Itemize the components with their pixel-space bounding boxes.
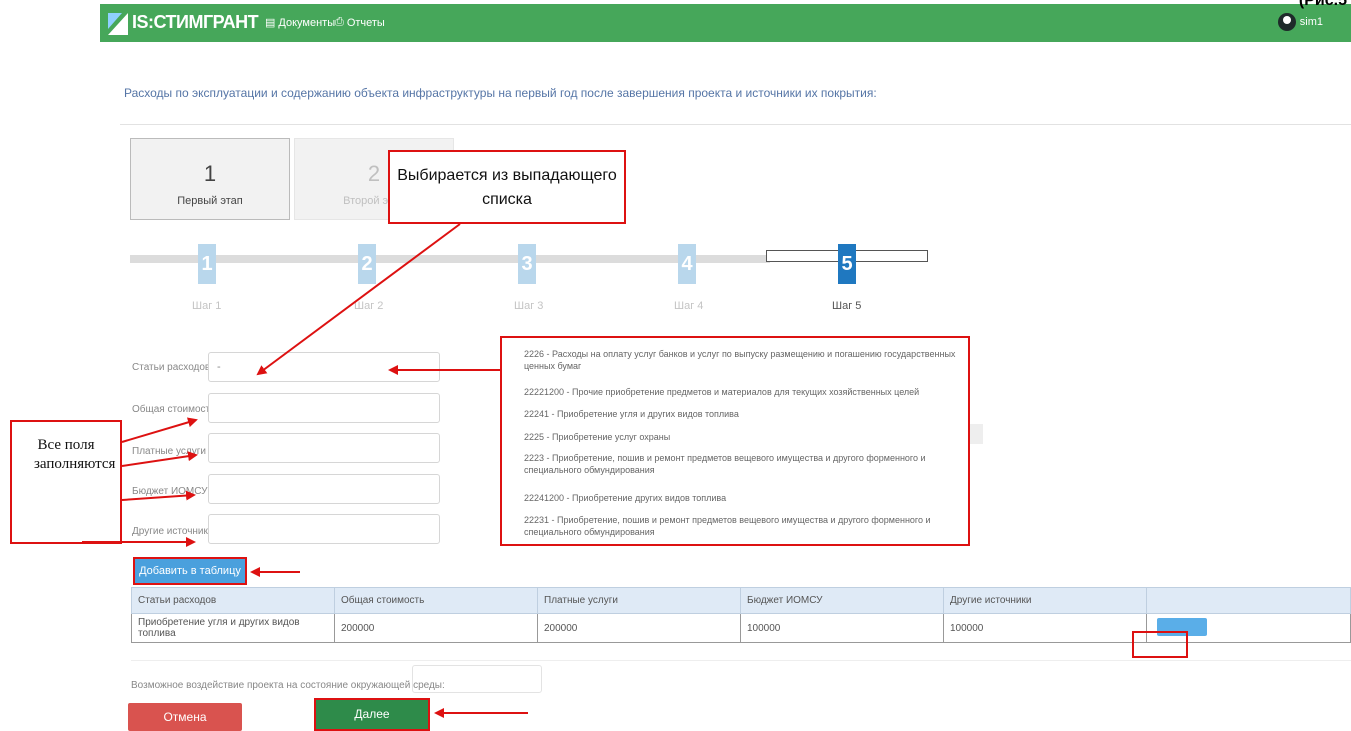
add-to-table-button[interactable]: Добавить в таблицу	[133, 557, 247, 585]
total-cost-input[interactable]	[208, 393, 440, 423]
dropdown-option[interactable]: 22221200 - Прочие приобретение предметов…	[524, 386, 964, 398]
avatar	[1277, 13, 1296, 31]
dropdown-option[interactable]: 22231 - Приобретение, пошив и ремонт пре…	[524, 514, 964, 538]
user-name: sim1	[1299, 16, 1323, 28]
print-icon: ⎙	[335, 16, 344, 28]
table-cell: 200000	[334, 613, 538, 643]
table-cell: 100000	[943, 613, 1147, 643]
environment-impact-input[interactable]	[412, 665, 542, 693]
wizard-step-3[interactable]: 3	[518, 244, 536, 284]
brand-name: IS:СТИМГРАНТ	[132, 12, 259, 32]
nav-reports[interactable]: ⎙ Отчеты	[335, 16, 385, 29]
wizard-step-2[interactable]: 2	[358, 244, 376, 284]
environment-impact-label: Возможное воздействие проекта на состоян…	[131, 680, 445, 691]
wizard-step-label: Шаг 2	[354, 300, 384, 312]
user-menu[interactable]: sim1	[1277, 13, 1323, 31]
paid-services-label: Платные услуги	[132, 446, 206, 457]
other-sources-input[interactable]	[208, 514, 440, 544]
wizard-step-4[interactable]: 4	[678, 244, 696, 284]
table-cell: Приобретение угля и других видов топлива	[131, 613, 335, 643]
expense-dropdown-list: 2226 - Расходы на оплату услуг банков и …	[500, 336, 970, 546]
table-header-row: Статьи расходов Общая стоимость Платные …	[131, 587, 1351, 614]
column-header: Бюджет ИОМСУ	[740, 587, 944, 614]
wizard-step-5[interactable]: 5	[838, 244, 856, 284]
arrow	[121, 417, 198, 443]
dropdown-option[interactable]: 2226 - Расходы на оплату услуг банков и …	[524, 348, 964, 372]
nav-documents-label: Документы	[278, 16, 336, 29]
divider	[131, 660, 1351, 661]
delete-highlight	[1132, 631, 1188, 658]
wizard-step-label: Шаг 3	[514, 300, 544, 312]
column-header	[1146, 587, 1351, 614]
cancel-button[interactable]: Отмена	[128, 703, 242, 731]
table-cell: 200000	[537, 613, 741, 643]
paid-services-input[interactable]	[208, 433, 440, 463]
iomsu-budget-label: Бюджет ИОМСУ	[132, 486, 208, 497]
expense-item-select[interactable]: -	[208, 352, 440, 382]
wizard-step-1[interactable]: 1	[198, 244, 216, 284]
dropdown-callout: Выбирается из выпадающего списка	[388, 150, 626, 224]
table-cell: 100000	[740, 613, 944, 643]
expense-item-label: Статьи расходов	[132, 362, 211, 373]
iomsu-budget-input[interactable]	[208, 474, 440, 504]
divider	[120, 124, 1351, 125]
app-header: IS:СТИМГРАНТ ▤ Документы ⎙ Отчеты sim1	[100, 4, 1351, 42]
dropdown-option[interactable]: 22241 - Приобретение угля и других видов…	[524, 408, 964, 420]
wizard-step-label: Шаг 4	[674, 300, 704, 312]
nav-documents[interactable]: ▤ Документы	[265, 16, 336, 30]
other-sources-label: Другие источники	[132, 526, 214, 537]
column-header: Платные услуги	[537, 587, 741, 614]
wizard-step-label: Шаг 5	[832, 300, 862, 312]
dropdown-option[interactable]: 2223 - Приобретение, пошив и ремонт пред…	[524, 452, 964, 476]
next-button[interactable]: Далее	[314, 698, 430, 731]
wizard-step-label: Шаг 1	[192, 300, 222, 312]
fields-note: Все поля заполняются	[10, 420, 122, 544]
stage-tab-1[interactable]: 1 Первый этап	[130, 138, 290, 220]
wizard-track	[130, 255, 770, 263]
column-header: Статьи расходов	[131, 587, 335, 614]
nav-reports-label: Отчеты	[346, 16, 385, 29]
column-header: Общая стоимость	[334, 587, 538, 614]
stage-number: 1	[203, 161, 217, 186]
column-header: Другие источники	[943, 587, 1147, 614]
total-cost-label: Общая стоимость	[132, 404, 216, 415]
figure-reference: (Рис.5	[1298, 0, 1347, 9]
logo-icon	[108, 13, 128, 35]
dropdown-option[interactable]: 22241200 - Приобретение других видов топ…	[524, 492, 964, 504]
document-icon: ▤	[265, 17, 276, 29]
dropdown-option[interactable]: 2225 - Приобретение услуг охраны	[524, 431, 964, 443]
page-title: Расходы по эксплуатации и содержанию объ…	[124, 86, 877, 100]
stage-label: Первый этап	[177, 195, 243, 207]
